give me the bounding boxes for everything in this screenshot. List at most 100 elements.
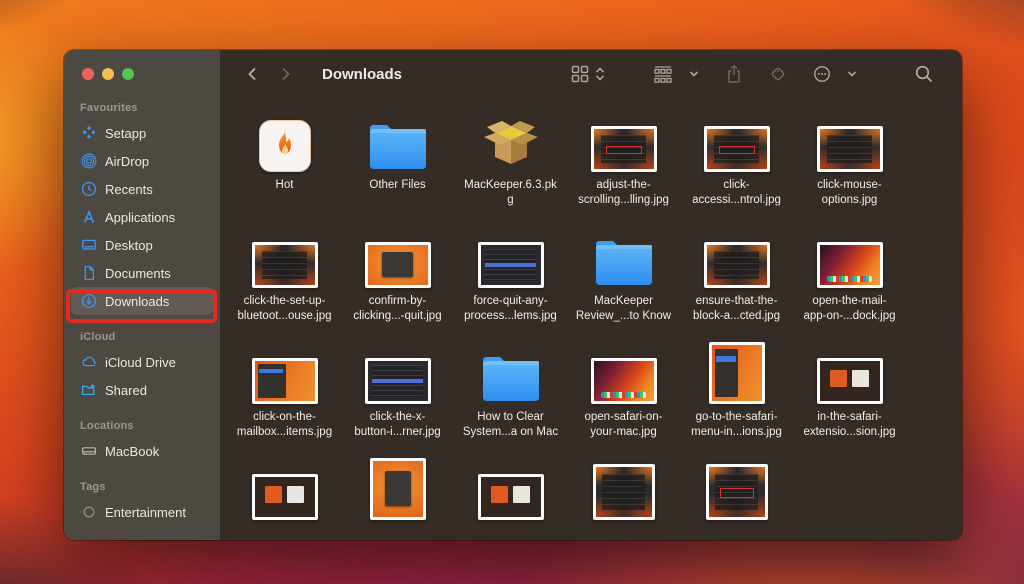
file-item-adjust-scrolling[interactable]: adjust-the- scrolling...lling.jpg (567, 110, 680, 226)
image-thumbnail (364, 358, 431, 404)
sidebar-item-label: Desktop (105, 237, 153, 253)
file-item-click-accessibility[interactable]: click- accessi...ntrol.jpg (680, 110, 793, 226)
file-item-ensure-block[interactable]: ensure-that-the- block-a...cted.jpg (680, 226, 793, 342)
folder-icon (369, 125, 426, 169)
image-thumbnail (816, 126, 883, 172)
close-window-button[interactable] (82, 68, 94, 80)
group-chevron-down[interactable] (686, 66, 702, 82)
file-item-row4-4[interactable] (567, 458, 680, 540)
folder-icon (482, 357, 539, 401)
toolbar-right-controls (568, 62, 936, 86)
window-title: Downloads (322, 65, 403, 83)
sidebar-item-label: Downloads (105, 293, 170, 309)
sidebar-item-icloud-drive[interactable]: iCloud Drive (71, 348, 213, 376)
file-label: ensure-that-the- block-a...cted.jpg (693, 295, 780, 323)
image-thumbnail (251, 242, 318, 288)
file-label: open-the-mail- app-on-...dock.jpg (803, 295, 896, 323)
sidebar-item-label: Entertainment (105, 504, 186, 520)
file-item-open-safari[interactable]: open-safari-on- your-mac.jpg (567, 342, 680, 458)
search-button[interactable] (912, 62, 936, 86)
sidebar-item-desktop[interactable]: Desktop (71, 231, 213, 259)
hot-app-icon (258, 120, 311, 172)
file-label: Other Files (369, 179, 426, 191)
image-thumbnail (251, 474, 318, 520)
image-thumbnail (816, 242, 883, 288)
icon-view-button[interactable] (568, 62, 592, 86)
file-item-hot[interactable]: Hot (228, 110, 341, 226)
file-label: click-on-the- mailbox...items.jpg (236, 411, 333, 439)
file-label: in-the-safari- extensio...sion.jpg (803, 411, 896, 439)
file-item-row4-3[interactable] (454, 458, 567, 540)
file-item-force-quit-process[interactable]: force-quit-any- process...lems.jpg (454, 226, 567, 342)
file-item-clear-system-folder[interactable]: How to Clear System...a on Mac (454, 342, 567, 458)
finder-sidebar: Favourites Setapp AirDrop Recents Applic… (64, 50, 220, 540)
file-label: click-mouse- options.jpg (817, 179, 882, 207)
sidebar-section-locations: Locations (80, 420, 134, 432)
file-label: confirm-by- clicking...-quit.jpg (353, 295, 442, 323)
sidebar-item-airdrop[interactable]: AirDrop (71, 147, 213, 175)
file-item-click-mailbox[interactable]: click-on-the- mailbox...items.jpg (228, 342, 341, 458)
sidebar-item-downloads[interactable]: Downloads (71, 287, 213, 315)
file-item-mackeeper-pkg[interactable]: MacKeeper.6.3.pk g (454, 110, 567, 226)
tag-button[interactable] (766, 62, 790, 86)
clock-icon (80, 180, 98, 198)
image-thumbnail (590, 126, 657, 172)
finder-main-area: Downloads Hot Other Files MacKeeper.6.3.… (220, 50, 962, 540)
sidebar-item-setapp[interactable]: Setapp (71, 119, 213, 147)
file-label: click- accessi...ntrol.jpg (692, 179, 781, 207)
file-item-row4-2[interactable] (341, 458, 454, 540)
file-item-mackeeper-review-folder[interactable]: MacKeeper Review_...to Know (567, 226, 680, 342)
sidebar-item-recents[interactable]: Recents (71, 175, 213, 203)
sidebar-item-label: AirDrop (105, 153, 150, 169)
minimize-window-button[interactable] (102, 68, 114, 80)
sidebar-item-label: Recents (105, 181, 153, 197)
more-options-button[interactable] (810, 62, 834, 86)
folder-icon (595, 241, 652, 285)
file-item-other-files[interactable]: Other Files (341, 110, 454, 226)
view-switcher-chevrons[interactable] (592, 63, 608, 85)
file-item-safari-extensions[interactable]: in-the-safari- extensio...sion.jpg (793, 342, 906, 458)
file-item-click-mouse-options[interactable]: click-mouse- options.jpg (793, 110, 906, 226)
file-grid-area: Hot Other Files MacKeeper.6.3.pk g adjus… (220, 98, 962, 540)
applications-a-icon (80, 208, 98, 226)
file-label: click-the-x- button-i...rner.jpg (354, 411, 441, 439)
image-thumbnail (364, 242, 431, 288)
share-button[interactable] (722, 62, 746, 86)
more-chevron-down[interactable] (844, 66, 860, 82)
forward-button[interactable] (274, 63, 296, 85)
sidebar-item-label: Applications (105, 209, 176, 225)
airdrop-waves-icon (80, 152, 98, 170)
file-label: go-to-the-safari- menu-in...ions.jpg (691, 411, 782, 439)
file-item-row4-1[interactable] (228, 458, 341, 540)
file-item-click-x-button[interactable]: click-the-x- button-i...rner.jpg (341, 342, 454, 458)
sidebar-item-macbook[interactable]: MacBook (71, 437, 213, 465)
zoom-window-button[interactable] (122, 68, 134, 80)
sidebar-item-shared[interactable]: Shared (71, 376, 213, 404)
file-item-open-mail-dock[interactable]: open-the-mail- app-on-...dock.jpg (793, 226, 906, 342)
package-box-icon (483, 121, 538, 164)
sidebar-item-applications[interactable]: Applications (71, 203, 213, 231)
sidebar-item-label: Shared (105, 382, 147, 398)
file-item-safari-menu[interactable]: go-to-the-safari- menu-in...ions.jpg (680, 342, 793, 458)
file-label: open-safari-on- your-mac.jpg (584, 411, 663, 439)
back-button[interactable] (242, 63, 264, 85)
file-item-row4-5[interactable] (680, 458, 793, 540)
finder-window: Favourites Setapp AirDrop Recents Applic… (64, 50, 962, 540)
image-thumbnail (251, 358, 318, 404)
sidebar-item-documents[interactable]: Documents (71, 259, 213, 287)
file-item-set-up-bluetooth[interactable]: click-the-set-up- bluetoot...ouse.jpg (228, 226, 341, 342)
sidebar-item-entertainment[interactable]: Entertainment (71, 498, 213, 526)
sidebar-section-favourites: Favourites (80, 102, 138, 114)
file-label: click-the-set-up- bluetoot...ouse.jpg (237, 295, 332, 323)
group-view-button[interactable] (650, 62, 676, 86)
file-item-confirm-by-clicking[interactable]: confirm-by- clicking...-quit.jpg (341, 226, 454, 342)
shared-folder-icon (80, 381, 98, 399)
sidebar-item-label: Setapp (105, 125, 147, 141)
image-thumbnail (703, 126, 770, 172)
image-thumbnail (477, 242, 544, 288)
file-label: How to Clear System...a on Mac (462, 411, 559, 439)
setapp-diamonds-icon (80, 124, 98, 142)
download-circle-icon (80, 292, 98, 310)
window-controls (64, 64, 220, 80)
finder-toolbar: Downloads (220, 50, 962, 98)
